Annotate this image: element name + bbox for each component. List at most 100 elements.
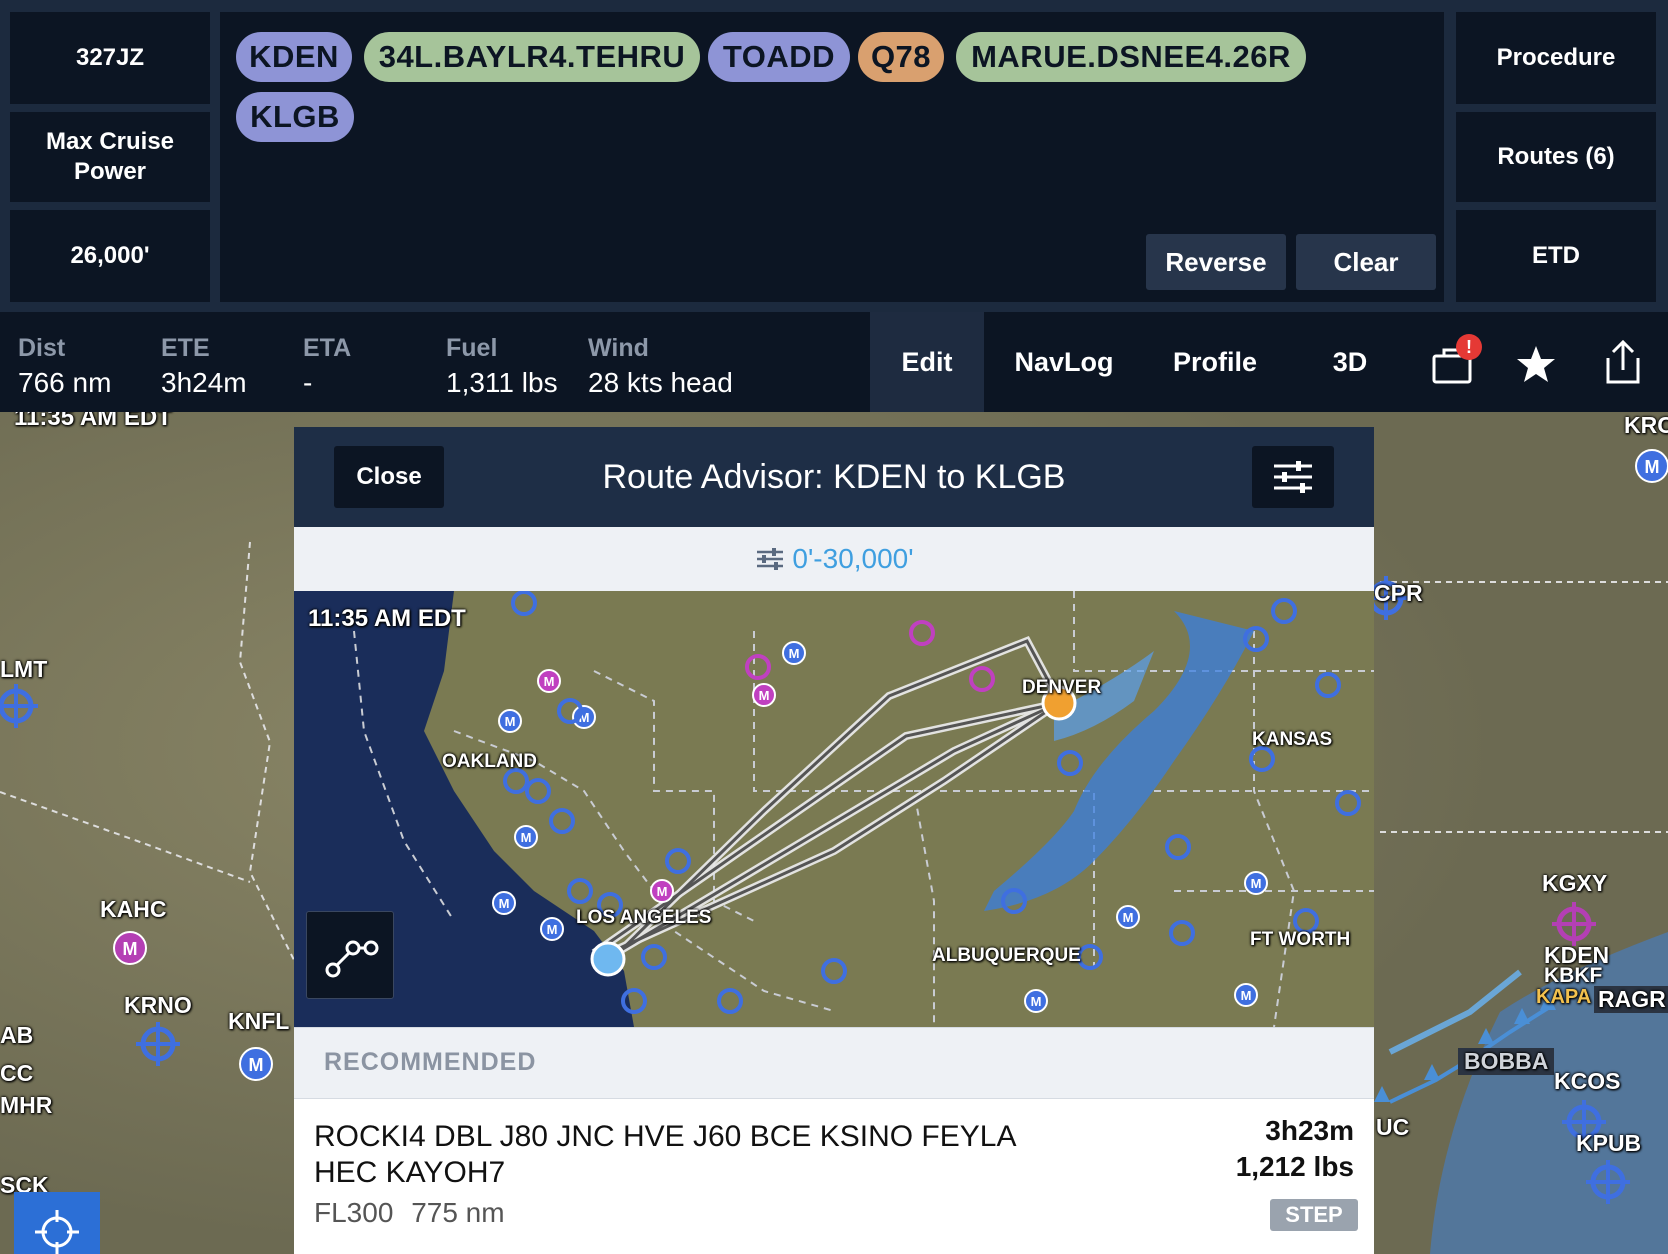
route-details: FL300 775 nm bbox=[314, 1197, 505, 1229]
tab-label: 3D bbox=[1332, 346, 1368, 377]
share-icon bbox=[1606, 339, 1640, 384]
route-preview-map[interactable]: MMMMMMMMMMMMM 11:35 AM EDT OAKLAND LOS A… bbox=[294, 591, 1374, 1027]
map-label-kgxy: KGXY bbox=[1542, 870, 1608, 896]
city-label-denver: DENVER bbox=[1022, 677, 1102, 698]
stat-value: 3h24m bbox=[161, 367, 247, 398]
map-label-kahc: KAHC bbox=[100, 896, 167, 922]
route-pill-toadd[interactable]: TOADD bbox=[708, 32, 850, 82]
share-button[interactable] bbox=[1598, 336, 1648, 390]
power-setting-button[interactable]: Max Cruise Power bbox=[10, 112, 210, 202]
airport-marker-letter: M bbox=[759, 688, 770, 703]
stat-distance: Dist 766 nm bbox=[18, 334, 111, 399]
route-string-line-1: ROCKI4 DBL J80 JNC HVE J60 BCE KSINO FEY… bbox=[314, 1120, 1017, 1153]
route-options-button[interactable] bbox=[306, 911, 394, 999]
airport-marker-letter: M bbox=[499, 896, 510, 911]
flight-plan-header: 327JZ Max Cruise Power 26,000' KDEN 34L.… bbox=[0, 0, 1668, 312]
recommended-route-text: ROCKI4 DBL J80 JNC HVE J60 BCE KSINO FEY… bbox=[314, 1119, 1016, 1191]
settings-button[interactable] bbox=[1252, 446, 1334, 508]
route-pill-klgb[interactable]: KLGB bbox=[236, 92, 354, 142]
pill-label: MARUE.DSNEE4.26R bbox=[971, 39, 1291, 74]
airport-marker-letter: M bbox=[1031, 994, 1042, 1009]
map-label-cpr: CPR bbox=[1374, 580, 1423, 606]
city-label-los-angeles: LOS ANGELES bbox=[576, 907, 712, 928]
map-label-lmt: LMT bbox=[0, 656, 48, 682]
reverse-button[interactable]: Reverse bbox=[1146, 234, 1286, 290]
recenter-button[interactable] bbox=[14, 1192, 100, 1254]
airport-marker-letter: M bbox=[657, 884, 668, 899]
city-label-ft-worth: FT WORTH bbox=[1250, 929, 1351, 950]
pill-label: 34L.BAYLR4.TEHRU bbox=[378, 39, 686, 74]
power-setting: Max Cruise Power bbox=[45, 128, 175, 185]
svg-text:M: M bbox=[249, 1055, 264, 1075]
recommended-route-item[interactable]: ROCKI4 DBL J80 JNC HVE J60 BCE KSINO FEY… bbox=[294, 1099, 1374, 1254]
procedure-button[interactable]: Procedure bbox=[1456, 12, 1656, 104]
route-altitude: FL300 bbox=[314, 1197, 394, 1228]
stat-wind: Wind 28 kts head bbox=[588, 334, 733, 399]
favorite-button[interactable] bbox=[1512, 340, 1560, 388]
map-label-knfl: KNFL bbox=[228, 1008, 290, 1034]
airport-marker-letter: M bbox=[1123, 910, 1134, 925]
stat-value: 28 kts head bbox=[588, 367, 733, 398]
filter-sliders-icon bbox=[757, 548, 784, 570]
route-fuel: 1,212 lbs bbox=[1235, 1151, 1354, 1182]
route-time: 3h23m bbox=[1265, 1115, 1354, 1146]
city-label-oakland: OAKLAND bbox=[442, 751, 537, 772]
tab-label: NavLog bbox=[1014, 346, 1114, 377]
routes-button[interactable]: Routes (6) bbox=[1456, 112, 1656, 202]
aircraft-tail-button[interactable]: 327JZ bbox=[10, 12, 210, 104]
route-advisor-header: Close Route Advisor: KDEN to KLGB bbox=[294, 427, 1374, 527]
route-metrics: 3h23m 1,212 lbs bbox=[1236, 1113, 1354, 1185]
stat-label: Dist bbox=[18, 334, 66, 362]
stat-eta: ETA - bbox=[303, 334, 351, 399]
city-label-albuquerque: ALBUQUERQUE bbox=[932, 945, 1081, 966]
close-label: Close bbox=[356, 463, 422, 490]
airport-kahc-icon: M bbox=[113, 931, 147, 965]
stat-ete: ETE 3h24m bbox=[161, 334, 247, 399]
route-advisor-panel: Close Route Advisor: KDEN to KLGB 0'-30,… bbox=[294, 427, 1374, 1254]
crosshair-icon bbox=[35, 1210, 79, 1254]
recommended-section-header: RECOMMENDED bbox=[294, 1027, 1374, 1099]
stat-value: 1,311 lbs bbox=[446, 367, 558, 398]
stat-label: ETA bbox=[303, 334, 352, 362]
tab-navlog[interactable]: NavLog bbox=[994, 312, 1134, 412]
etd-label: ETD bbox=[1532, 242, 1580, 269]
etd-button[interactable]: ETD bbox=[1456, 210, 1656, 302]
briefcase-button[interactable]: ! bbox=[1426, 334, 1482, 392]
tab-label: Edit bbox=[901, 346, 953, 377]
airport-krc-icon: M bbox=[1635, 449, 1668, 483]
altitude-button[interactable]: 26,000' bbox=[10, 210, 210, 302]
route-editor[interactable]: KDEN 34L.BAYLR4.TEHRU TOADD Q78 MARUE.DS… bbox=[220, 12, 1444, 302]
aircraft-tail: 327JZ bbox=[75, 44, 145, 71]
tab-edit[interactable]: Edit bbox=[870, 312, 984, 412]
stat-value: - bbox=[303, 367, 313, 398]
svg-text:M: M bbox=[123, 939, 138, 959]
route-pill-q78[interactable]: Q78 bbox=[858, 32, 944, 82]
close-button[interactable]: Close bbox=[334, 446, 444, 508]
preview-map-timestamp: 11:35 AM EDT bbox=[308, 605, 466, 632]
airport-marker-letter: M bbox=[789, 646, 800, 661]
airport-marker-letter: M bbox=[1251, 876, 1262, 891]
airport-marker-letter: M bbox=[521, 830, 532, 845]
route-pill-arrival-procedure[interactable]: MARUE.DSNEE4.26R bbox=[956, 32, 1306, 82]
pill-label: Q78 bbox=[870, 39, 932, 74]
preview-map-layer: MMMMMMMMMMMMM bbox=[294, 591, 1374, 1027]
airport-marker-letter: M bbox=[1241, 988, 1252, 1003]
map-label-kpub: KPUB bbox=[1576, 1130, 1642, 1156]
procedure-label: Procedure bbox=[1496, 44, 1616, 71]
map-label-kbkf: KBKF bbox=[1544, 964, 1603, 987]
section-title: RECOMMENDED bbox=[324, 1048, 537, 1076]
routes-label: Routes (6) bbox=[1497, 143, 1615, 170]
route-path-icon bbox=[325, 940, 379, 978]
stat-label: Wind bbox=[588, 334, 649, 362]
map-label-bobba: BOBBA bbox=[1458, 1048, 1555, 1075]
altitude-filter[interactable]: 0'-30,000' bbox=[294, 527, 1374, 591]
clear-button[interactable]: Clear bbox=[1296, 234, 1436, 290]
tab-3d[interactable]: 3D bbox=[1290, 312, 1410, 412]
notification-badge: ! bbox=[1456, 334, 1482, 360]
map-label-ab: AB bbox=[0, 1022, 34, 1048]
tab-profile[interactable]: Profile bbox=[1150, 312, 1280, 412]
stat-fuel: Fuel 1,311 lbs bbox=[446, 334, 558, 399]
route-pill-kden[interactable]: KDEN bbox=[236, 32, 352, 82]
star-icon bbox=[1517, 346, 1555, 382]
route-pill-departure-procedure[interactable]: 34L.BAYLR4.TEHRU bbox=[364, 32, 700, 82]
